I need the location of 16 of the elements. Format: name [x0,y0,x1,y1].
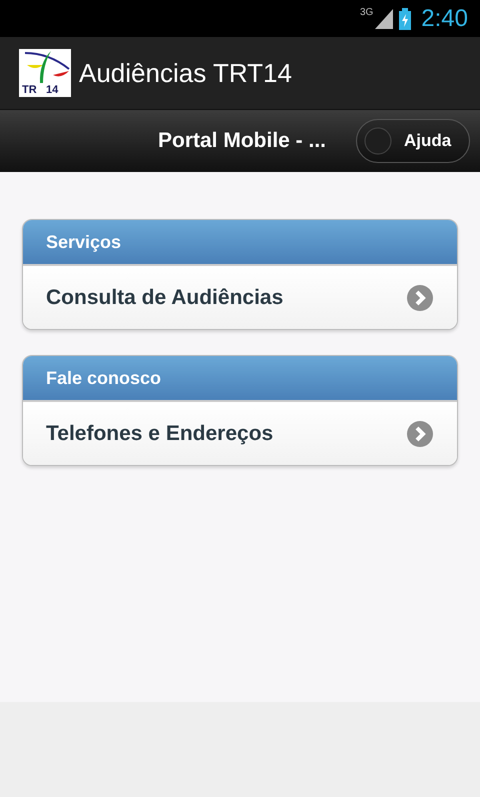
network-type: 3G [360,6,374,20]
app-title: Audiências TRT14 [79,56,292,90]
signal-icon [375,8,394,28]
chevron-right-icon [406,284,434,312]
list-item[interactable]: Consulta de Audiências [23,266,457,329]
section-title: Serviços [46,230,122,254]
section-title: Fale conosco [46,366,162,390]
circle-icon [364,127,392,155]
logo-text: 14 [46,85,58,96]
page-title: Portal Mobile - ... [158,128,326,154]
clock: 2:40 [421,4,468,34]
logo-text: TR [22,85,37,96]
battery-icon [399,8,412,30]
list-item[interactable]: Telefones e Endereços [23,402,457,465]
help-button[interactable]: Ajuda [356,119,470,163]
chevron-right-icon [406,420,434,448]
